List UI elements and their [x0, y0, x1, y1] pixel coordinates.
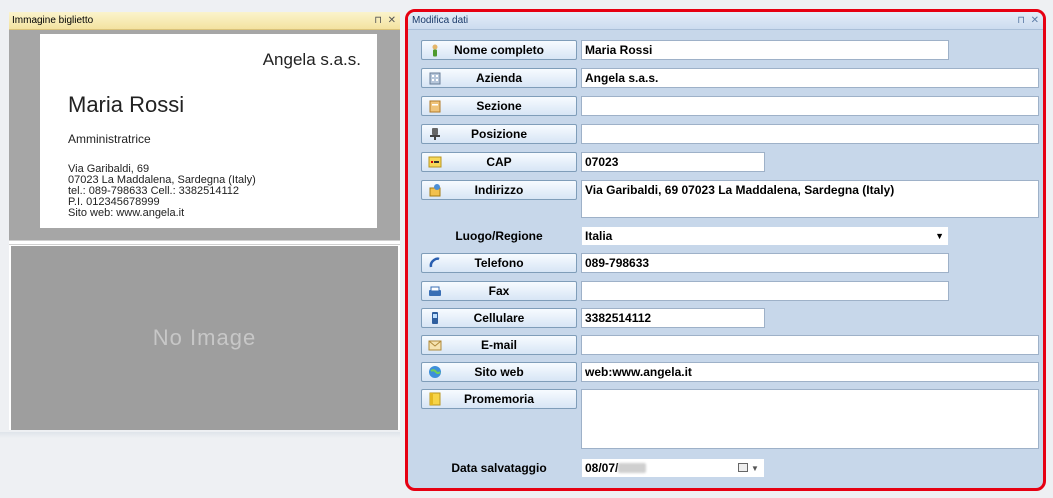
button-label: Promemoria	[463, 392, 535, 406]
button-label: Sito web	[474, 365, 524, 379]
cellulare-input[interactable]: 3382514112	[581, 308, 765, 328]
chair-icon	[428, 127, 442, 141]
indirizzo-button[interactable]: Indirizzo	[421, 180, 577, 200]
panel-footer	[0, 432, 400, 438]
card-role: Amministratrice	[68, 132, 151, 146]
cellulare-button[interactable]: Cellulare	[421, 308, 577, 328]
chevron-down-icon[interactable]: ▼	[751, 461, 759, 477]
close-icon[interactable]: ✕	[388, 12, 396, 29]
button-label: Telefono	[474, 256, 524, 270]
indirizzo-input[interactable]: Via Garibaldi, 69 07023 La Maddalena, Sa…	[581, 180, 1039, 218]
close-icon[interactable]: ✕	[1031, 12, 1039, 29]
panel-title: Modifica dati	[408, 12, 1043, 30]
azienda-button[interactable]: Azienda	[421, 68, 577, 88]
panel-title: Immagine biglietto	[9, 12, 400, 30]
button-label: Sezione	[476, 99, 522, 113]
nome-completo-button[interactable]: Nome completo	[421, 40, 577, 60]
telefono-input[interactable]: 089-798633	[581, 253, 949, 273]
luogo-regione-label: Luogo/Regione	[455, 229, 543, 243]
building-icon	[428, 71, 442, 85]
phone-icon	[428, 256, 442, 270]
date-value: 08/07/	[585, 461, 619, 475]
card-web-line: Sito web: www.angela.it	[68, 207, 185, 219]
button-label: Cellulare	[473, 311, 525, 325]
folder-icon	[428, 99, 442, 113]
dropdown-arrow-icon[interactable]: ▼	[935, 228, 944, 244]
posizione-input[interactable]	[581, 124, 1039, 144]
person-icon	[428, 43, 442, 57]
business-card: Angela s.a.s. Maria Rossi Amministratric…	[40, 34, 377, 228]
pin-icon[interactable]: ⊓	[374, 12, 382, 29]
card-name: Maria Rossi	[68, 92, 185, 117]
button-label: Posizione	[470, 127, 527, 141]
mobile-icon	[428, 311, 442, 325]
telefono-button[interactable]: Telefono	[421, 253, 577, 273]
no-image-text: No Image	[152, 325, 257, 350]
cap-input[interactable]: 07023	[581, 152, 765, 172]
blurred-date-part	[618, 463, 646, 473]
address-icon	[428, 183, 442, 197]
pin-icon[interactable]: ⊓	[1017, 12, 1025, 29]
promemoria-input[interactable]	[581, 389, 1039, 449]
azienda-input[interactable]: Angela s.a.s.	[581, 68, 1039, 88]
fax-icon	[428, 284, 442, 298]
data-salvataggio-picker[interactable]: 08/07/ ▼	[581, 458, 765, 478]
note-icon	[428, 392, 442, 406]
promemoria-button[interactable]: Promemoria	[421, 389, 577, 409]
email-button[interactable]: E-mail	[421, 335, 577, 355]
button-label: Indirizzo	[474, 183, 524, 197]
email-input[interactable]	[581, 335, 1039, 355]
button-label: Nome completo	[453, 43, 544, 57]
sezione-button[interactable]: Sezione	[421, 96, 577, 116]
button-label: Fax	[488, 284, 510, 298]
cap-button[interactable]: CAP	[421, 152, 577, 172]
panel-splitter[interactable]	[9, 240, 400, 245]
button-label: E-mail	[480, 338, 517, 352]
fax-button[interactable]: Fax	[421, 281, 577, 301]
button-label: CAP	[486, 155, 512, 169]
globe-icon	[428, 365, 442, 379]
sito-web-input[interactable]: web:www.angela.it	[581, 362, 1039, 382]
card-preview-area: Angela s.a.s. Maria Rossi Amministratric…	[9, 30, 400, 240]
calendar-icon[interactable]	[738, 463, 748, 472]
button-label: Azienda	[475, 71, 522, 85]
luogo-regione-select[interactable]: Italia ▼	[581, 226, 949, 246]
postal-code-icon	[428, 155, 442, 169]
posizione-button[interactable]: Posizione	[421, 124, 577, 144]
business-card-image-panel: Immagine biglietto ⊓ ✕ Angela s.a.s. Mar…	[9, 12, 400, 430]
edit-data-panel: Modifica dati ⊓ ✕ Nome completo Maria Ro…	[405, 9, 1046, 491]
card-company: Angela s.a.s.	[262, 50, 361, 69]
selected-value: Italia	[585, 229, 613, 243]
sezione-input[interactable]	[581, 96, 1039, 116]
envelope-icon	[428, 338, 442, 352]
fax-input[interactable]	[581, 281, 949, 301]
back-image-area: No Image	[11, 246, 398, 430]
nome-completo-input[interactable]: Maria Rossi	[581, 40, 949, 60]
data-salvataggio-label: Data salvataggio	[451, 461, 547, 475]
sito-web-button[interactable]: Sito web	[421, 362, 577, 382]
